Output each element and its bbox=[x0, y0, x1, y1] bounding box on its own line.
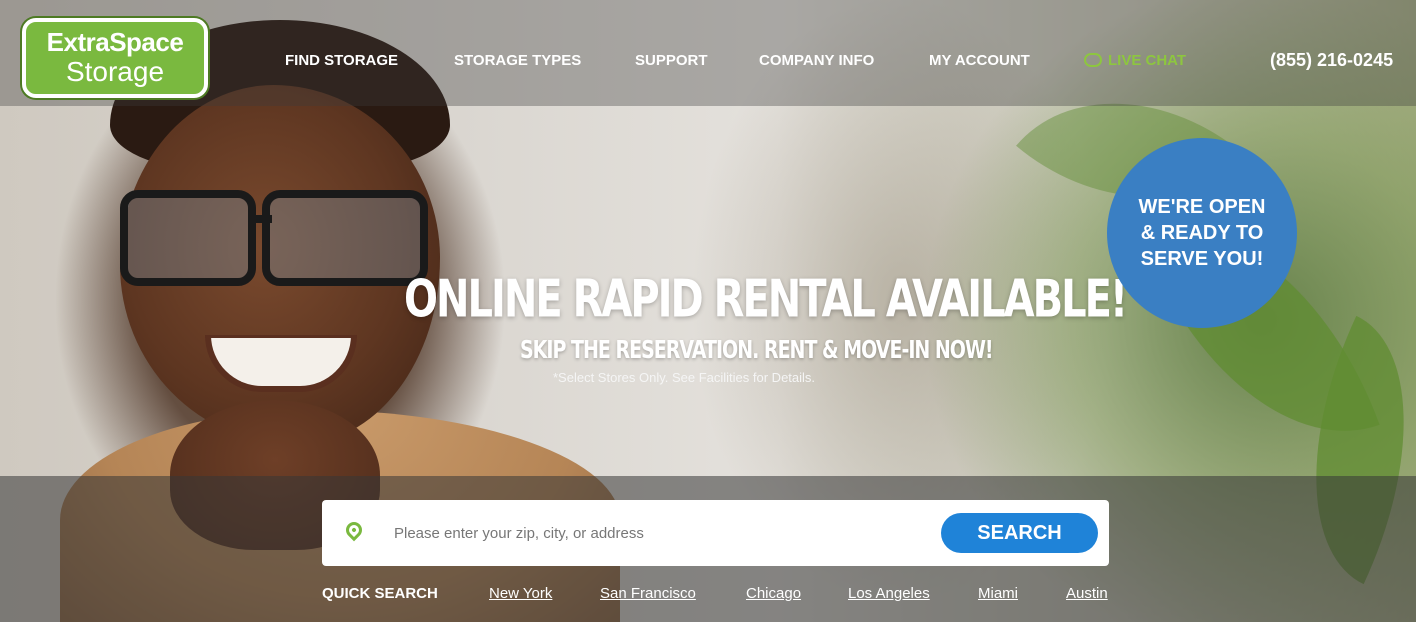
phone-number-link[interactable]: (855) 216-0245 bbox=[1270, 50, 1393, 71]
search-box: SEARCH bbox=[322, 500, 1109, 566]
badge-line-1: WE'RE OPEN bbox=[1138, 196, 1266, 218]
hero-headline: ONLINE RAPID RENTAL AVAILABLE! bbox=[404, 269, 1128, 330]
map-pin-icon bbox=[342, 518, 366, 542]
glasses-bridge bbox=[248, 215, 272, 223]
nav-support[interactable]: SUPPORT bbox=[635, 52, 708, 69]
quick-search-city-miami[interactable]: Miami bbox=[978, 585, 1018, 602]
badge-line-3: SERVE YOU! bbox=[1140, 248, 1264, 270]
search-button[interactable]: SEARCH bbox=[941, 513, 1098, 553]
quick-search-city-san-francisco[interactable]: San Francisco bbox=[600, 585, 696, 602]
nav-company-info[interactable]: COMPANY INFO bbox=[759, 52, 874, 69]
hero-subhead: SKIP THE RESERVATION. RENT & MOVE-IN NOW… bbox=[520, 336, 994, 365]
logo-line-2: Storage bbox=[65, 56, 165, 87]
nav-my-account[interactable]: MY ACCOUNT bbox=[929, 52, 1030, 69]
live-chat-label: LIVE CHAT bbox=[1108, 52, 1187, 69]
badge-line-2: & READY TO bbox=[1140, 222, 1264, 244]
glasses-left-lens bbox=[120, 190, 256, 286]
nav-find-storage[interactable]: FIND STORAGE bbox=[285, 52, 398, 69]
quick-search-city-chicago[interactable]: Chicago bbox=[746, 585, 801, 602]
logo-line-1: ExtraSpace bbox=[46, 27, 184, 57]
quick-search-city-los-angeles[interactable]: Los Angeles bbox=[848, 585, 930, 602]
open-status-badge: WE'RE OPEN & READY TO SERVE YOU! bbox=[1107, 138, 1297, 328]
nav-storage-types[interactable]: STORAGE TYPES bbox=[454, 52, 581, 69]
live-chat-link[interactable]: LIVE CHAT bbox=[1084, 52, 1186, 69]
quick-search-city-austin[interactable]: Austin bbox=[1066, 585, 1108, 602]
search-input[interactable] bbox=[394, 520, 914, 546]
quick-search-city-new-york[interactable]: New York bbox=[489, 585, 552, 602]
site-header: ExtraSpace Storage FIND STORAGE STORAGE … bbox=[0, 0, 1416, 106]
chat-bubble-icon bbox=[1084, 53, 1102, 67]
extraspace-logo[interactable]: ExtraSpace Storage bbox=[22, 18, 208, 98]
hero-disclaimer: *Select Stores Only. See Facilities for … bbox=[553, 370, 816, 385]
quick-search-label: QUICK SEARCH bbox=[322, 585, 438, 602]
hero-banner: ExtraSpace Storage FIND STORAGE STORAGE … bbox=[0, 0, 1416, 622]
